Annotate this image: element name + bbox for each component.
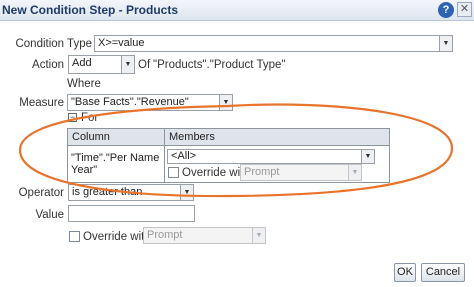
cancel-button[interactable]: Cancel (421, 263, 465, 282)
chevron-down-icon[interactable]: ▼ (348, 165, 361, 180)
members-override-select[interactable]: Prompt ▼ (240, 164, 362, 181)
action-select[interactable]: Add ▼ (68, 55, 135, 74)
chevron-down-icon[interactable]: ▼ (121, 56, 134, 73)
dialog-titlebar: New Condition Step - Products ? ✕ (0, 0, 474, 21)
condition-type-select[interactable]: X>=value ▼ (94, 35, 453, 52)
value-input[interactable] (68, 205, 195, 222)
override-value: Prompt (147, 229, 183, 241)
help-icon[interactable]: ? (438, 2, 454, 18)
ok-button[interactable]: OK (394, 263, 416, 282)
chevron-down-icon[interactable]: ▼ (219, 95, 232, 110)
action-value: Add (72, 57, 92, 69)
table-header-row: Column Members (67, 128, 390, 146)
override-checkbox[interactable] (69, 231, 80, 242)
column-cell: "Time"."Per Name Year" (67, 145, 165, 183)
chevron-down-icon[interactable]: ▼ (180, 185, 193, 200)
collapse-icon[interactable]: − (68, 113, 77, 122)
chevron-down-icon[interactable]: ▼ (439, 36, 452, 51)
measure-value: "Base Facts"."Revenue" (71, 96, 189, 108)
of-value: "Products"."Product Type" (153, 59, 286, 71)
dialog-title: New Condition Step - Products (2, 3, 178, 17)
condition-type-label: Condition Type (15, 38, 92, 50)
operator-label: Operator (18, 187, 64, 199)
where-label: Where (67, 78, 101, 90)
override-select[interactable]: Prompt ▼ (143, 227, 266, 244)
value-label: Value (35, 209, 64, 221)
operator-value: is greater than (72, 186, 143, 198)
action-label: Action (32, 59, 64, 71)
override-label: Override with (83, 231, 151, 243)
operator-select[interactable]: is greater than ▼ (68, 184, 194, 201)
measure-select[interactable]: "Base Facts"."Revenue" ▼ (67, 94, 233, 111)
members-select[interactable]: <All> ▼ (167, 149, 375, 164)
members-header: Members (164, 128, 390, 146)
members-override-value: Prompt (244, 166, 280, 178)
condition-type-value: X>=value (98, 37, 145, 49)
column-value: "Time"."Per Name Year" (71, 152, 160, 176)
members-value: <All> (171, 150, 197, 162)
for-label: For (81, 112, 99, 124)
column-header: Column (67, 128, 165, 146)
chevron-down-icon[interactable]: ▼ (252, 228, 265, 243)
chevron-down-icon[interactable]: ▼ (361, 150, 374, 163)
close-icon[interactable]: ✕ (457, 2, 472, 17)
members-override-checkbox[interactable] (168, 167, 179, 178)
measure-label: Measure (19, 97, 64, 109)
of-label: Of (138, 59, 151, 71)
